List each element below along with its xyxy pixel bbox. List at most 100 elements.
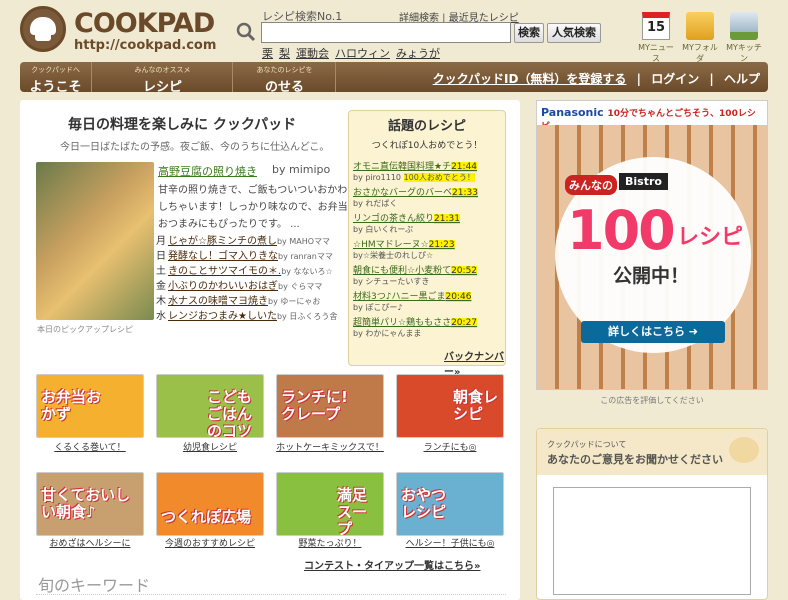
banner-breakfast[interactable]: 朝食レシピ — [396, 374, 504, 438]
pickup-caption: 本日のピックアップレシピ — [37, 325, 133, 334]
banner-caption[interactable]: ホットケーキミックスで！ — [268, 440, 392, 453]
week-recipe-link[interactable]: 小ぶりのかわいいおはぎ — [168, 281, 278, 292]
contest-list-link[interactable]: コンテスト・タイアップ一覧はこちら» — [304, 557, 480, 572]
banner-kids[interactable]: こどもごはんのコツ — [156, 374, 264, 438]
banner-caption[interactable]: 今週のおすすめレシピ — [148, 536, 272, 549]
header: COOKPAD http://cookpad.com レシピ検索No.1 詳細検… — [0, 0, 788, 63]
banner-sweet[interactable]: 甘くておいしい朝食♪ — [36, 472, 144, 536]
weekday: 金 — [156, 281, 166, 292]
banner-label: おやつレシピ — [401, 486, 447, 521]
help-link[interactable]: ヘルプ — [724, 72, 760, 86]
weekday: 土 — [156, 266, 166, 277]
banner-caption[interactable]: ヘルシー！子供にも◎ — [388, 536, 512, 549]
trending-recipe-link[interactable]: おさかなバーグのバーベ — [353, 188, 452, 198]
ad-minnano: みんなの — [565, 175, 617, 195]
banner-crepe[interactable]: ランチに!クレープ — [276, 374, 384, 438]
my-news-link[interactable]: 15 MYニュース — [636, 12, 676, 64]
keyword-link[interactable]: 梨 — [279, 47, 290, 60]
pickup-recipe-desc: 甘辛の照り焼きで、ご飯もついついおかわりしちゃいます！しっかり味なので、お弁当や… — [158, 185, 358, 230]
week-recipe-link[interactable]: 発酵なし！ゴマ入りきな — [168, 251, 278, 262]
tab-welcome-small: クックパッドへ — [31, 66, 80, 74]
week-recipe-row: 月じゃが☆豚ミンチの煮しby MAHOママ — [156, 232, 364, 247]
banner-snack[interactable]: おやつレシピ — [396, 472, 504, 536]
keyword-link[interactable]: みょうが — [396, 47, 440, 60]
folder-icon — [686, 12, 714, 40]
trending-user: by シチューたいすき — [353, 277, 430, 286]
banner-bento[interactable]: お弁当おかず — [36, 374, 144, 438]
my-folder-link[interactable]: MYフォルダ — [680, 12, 720, 64]
chef-hat-icon — [20, 6, 66, 52]
trending-recipe-link[interactable]: 超簡単パリ☆鶏ももささ — [353, 318, 451, 328]
week-recipe-link[interactable]: きのことサツマイモの＊. — [168, 266, 281, 277]
banner-label: こどもごはんのコツ — [207, 388, 253, 438]
banner-caption[interactable]: おめざはヘルシーに — [28, 536, 152, 549]
trending-item: ☆HMマドレーヌ☆21:23 by☆栄養士のれしぴ☆ — [353, 237, 503, 261]
keyword-link[interactable]: ハロウィン — [335, 47, 390, 60]
banner-soup[interactable]: 満足スープ — [276, 472, 384, 536]
trending-note: 100人おめでとう！ — [403, 173, 475, 182]
main-nav: クックパッドへ ようこそ みんなのオススメ レシピ あなたのレシピを のせる ク… — [20, 62, 768, 95]
search-button[interactable]: 検索 — [514, 23, 544, 43]
popular-search-button[interactable]: 人気検索 — [547, 23, 601, 43]
opinion-box: クックパッドについて あなたのご意見をお聞かせください — [536, 428, 768, 600]
trending-time: 20:27 — [451, 318, 478, 328]
ad-recipe-text: レシピ — [677, 225, 744, 250]
tab-welcome[interactable]: クックパッドへ ようこそ — [20, 62, 92, 95]
nav-links: クックパッドID（無料）を登録する | ログイン | ヘルプ — [427, 70, 760, 87]
trending-recipe-link[interactable]: 朝食にも便利☆小麦粉て — [353, 266, 451, 276]
trending-time: 21:23 — [428, 240, 455, 250]
ad-evaluate-link[interactable]: この広告を評価してください — [536, 395, 768, 406]
week-recipe-row: 水レンジおつまみ★しいたby 日ふくろう舎 — [156, 307, 364, 322]
trending-user: by ぽこぴー♪ — [353, 303, 403, 312]
week-recipe-author: by ぐらママ — [278, 282, 323, 291]
week-recipe-author: by ゆーにゃお — [268, 297, 321, 306]
nav-separator: | — [636, 72, 642, 86]
trending-time: 21:31 — [434, 214, 460, 224]
banner-caption[interactable]: くるくる巻いて！ — [28, 440, 152, 453]
search-input[interactable] — [261, 22, 511, 43]
banner-label: お弁当おかず — [41, 388, 102, 423]
speech-bubble-icon — [729, 437, 759, 463]
banner-caption[interactable]: ランチにも◎ — [388, 440, 512, 453]
my-kitchen-link[interactable]: MYキッチン — [724, 12, 764, 64]
banner-caption[interactable]: 幼児食レシピ — [148, 440, 272, 453]
ad-more-button[interactable]: 詳しくはこちら ➜ — [581, 321, 725, 343]
pickup-photo[interactable] — [36, 162, 154, 320]
trending-recipe-link[interactable]: リンゴの茶きん絞り — [353, 214, 434, 224]
weekday: 水 — [156, 311, 166, 322]
keyword-link[interactable]: 運動会 — [296, 47, 329, 60]
keyword-links: 栗梨運動会 ハロウィン みょうが — [262, 45, 446, 61]
register-link[interactable]: クックパッドID（無料）を登録する — [433, 72, 627, 86]
tab-post[interactable]: あなたのレシピを のせる — [234, 62, 336, 95]
cookpad-logo[interactable]: COOKPAD http://cookpad.com — [18, 6, 228, 54]
banner-label: 満足スープ — [337, 486, 368, 536]
week-recipe-link[interactable]: 水ナスの味噌マヨ焼き — [168, 296, 268, 307]
page-title: 毎日の料理を楽しみに クックパッド — [68, 117, 297, 133]
trending-recipe-link[interactable]: ☆HMマドレーヌ☆ — [353, 240, 429, 250]
opinion-frame[interactable] — [553, 487, 751, 595]
trending-recipe-link[interactable]: オモニ直伝韓国料理★チ — [353, 162, 451, 172]
weekday: 木 — [156, 296, 166, 307]
trending-user: by☆栄養士のれしぴ☆ — [353, 251, 434, 260]
trending-recipe-link[interactable]: 材料3つ♪ハニー黒ごま — [353, 292, 445, 302]
main-content: 毎日の料理を楽しみに クックパッド 今日一日ばたばたの予感。夜ご飯、今のうちに仕… — [20, 100, 520, 600]
keyword-link[interactable]: 栗 — [262, 47, 273, 60]
opinion-small: クックパッドについて — [547, 440, 627, 449]
week-recipe-link[interactable]: じゃが☆豚ミンチの煮し — [168, 236, 277, 247]
tab-welcome-label: ようこそ — [29, 80, 82, 95]
login-link[interactable]: ログイン — [651, 72, 699, 86]
weekday: 月 — [156, 236, 166, 247]
tab-post-label: のせる — [264, 80, 304, 95]
tab-post-small: あなたのレシピを — [256, 66, 313, 74]
tab-recipe[interactable]: みんなのオススメ レシピ — [93, 62, 233, 95]
logo-url: http://cookpad.com — [74, 38, 217, 53]
pickup-recipe-link[interactable]: 高野豆腐の照り焼き — [158, 163, 257, 179]
panasonic-ad[interactable]: Panasonic 10分でちゃんとごちそう、100レシピ。 みんなの Bist… — [536, 100, 768, 390]
banner-caption[interactable]: 野菜たっぷり！ — [268, 536, 392, 549]
divider — [36, 594, 506, 595]
week-recipe-link[interactable]: レンジおつまみ★しいた — [168, 311, 277, 322]
weekday: 日 — [156, 251, 166, 262]
trending-time: 21:33 — [452, 188, 478, 198]
banner-tsukurepo[interactable]: つくれぽ広場 — [156, 472, 264, 536]
banner-label: 甘くておいしい朝食♪ — [41, 486, 131, 521]
